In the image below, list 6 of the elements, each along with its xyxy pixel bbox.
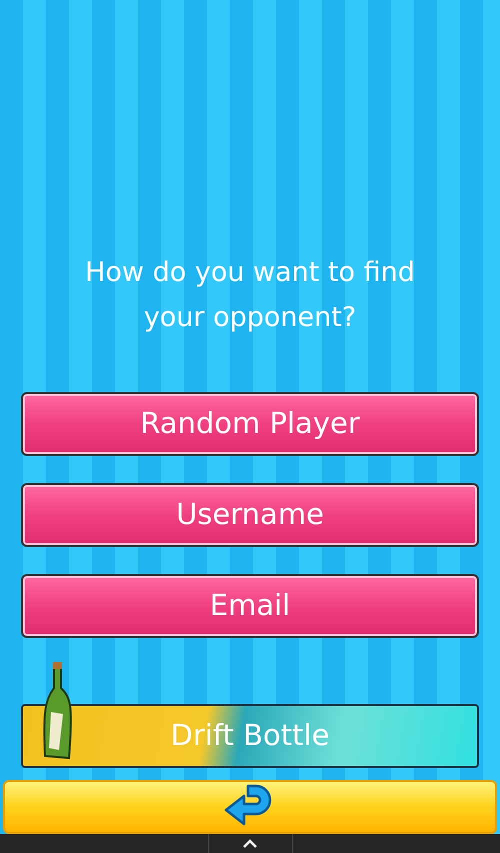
option-button[interactable]: Username (21, 483, 479, 547)
option-button[interactable]: Email (21, 574, 479, 638)
caret-up-icon[interactable] (242, 838, 258, 849)
question-text: How do you want to find your opponent? (84, 256, 416, 335)
back-button[interactable] (3, 780, 497, 834)
option-button[interactable]: Random Player (21, 392, 479, 456)
